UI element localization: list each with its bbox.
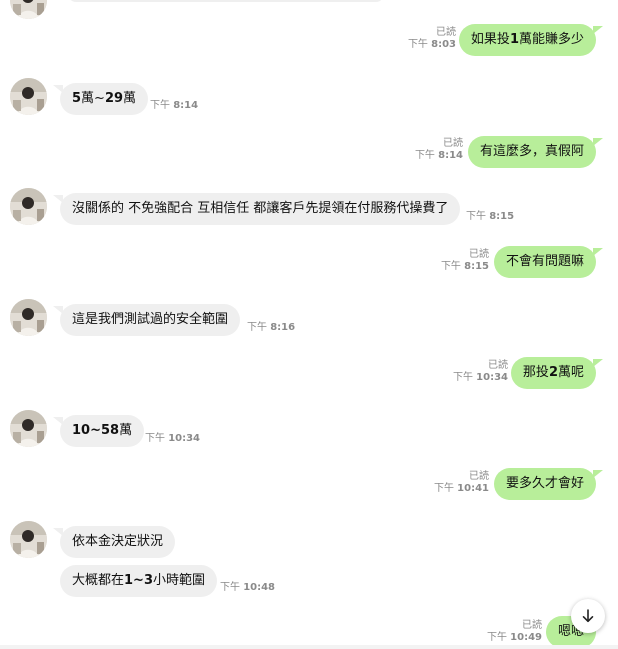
message-time: 8:03 <box>431 39 456 50</box>
time-prefix: 下午 <box>486 632 507 643</box>
message-time: 10:48 <box>243 582 276 593</box>
incoming-message-bubble[interactable]: 這是我們測試過的安全範圍 <box>52 304 241 336</box>
outgoing-message-bubble[interactable]: 如果投1萬能賺多少 <box>458 24 604 56</box>
message-meta: 已読 下午 8:03 <box>408 27 456 51</box>
avatar[interactable] <box>10 188 47 225</box>
message-time: 8:14 <box>438 150 463 161</box>
read-receipt: 已読 <box>488 360 508 371</box>
message-meta: 下午 8:14 <box>150 100 198 112</box>
read-receipt: 已読 <box>469 249 489 260</box>
message-text: 如果投1萬能賺多少 <box>470 32 584 47</box>
chat-window: 已読 下午 8:03 如果投1萬能賺多少 5萬~29萬 下午 8:14 已読 下… <box>0 0 618 649</box>
avatar-image <box>10 410 47 447</box>
message-meta: 已読 下午 10:41 <box>434 471 489 495</box>
avatar[interactable] <box>10 410 47 447</box>
message-text: 這是我們測試過的安全範圍 <box>72 312 229 327</box>
message-meta: 已読 下午 8:15 <box>441 249 489 273</box>
incoming-message-bubble[interactable]: 大概都在1~3小時範圍 <box>60 565 218 597</box>
message-time: 10:49 <box>510 632 542 643</box>
message-time: 8:15 <box>464 261 489 272</box>
outgoing-message-bubble[interactable]: 那投2萬呢 <box>510 357 604 389</box>
message-meta: 下午 8:16 <box>247 322 295 334</box>
read-receipt: 已読 <box>436 27 456 38</box>
time-prefix: 下午 <box>220 582 240 593</box>
message-meta: 下午 10:34 <box>145 433 200 445</box>
incoming-message-bubble[interactable]: 依本金決定狀況 <box>52 526 176 558</box>
message-text: 沒關係的 不免強配合 互相信任 都讓客戶先提領在付服務代操費了 <box>72 201 449 216</box>
avatar[interactable] <box>10 521 47 558</box>
avatar-image <box>10 521 47 558</box>
time-prefix: 下午 <box>466 211 486 222</box>
message-time: 8:15 <box>489 211 515 222</box>
message-text: 那投2萬呢 <box>522 365 584 380</box>
avatar[interactable] <box>10 78 47 115</box>
time-prefix: 下午 <box>247 322 267 333</box>
message-text: 要多久才會好 <box>505 476 584 491</box>
message-time: 10:34 <box>168 433 201 444</box>
outgoing-message-bubble[interactable]: 要多久才會好 <box>493 468 604 500</box>
time-prefix: 下午 <box>150 100 170 111</box>
time-prefix: 下午 <box>440 261 461 272</box>
message-time: 8:16 <box>270 322 296 333</box>
bottom-divider <box>0 645 618 649</box>
avatar-image <box>10 299 47 336</box>
time-prefix: 下午 <box>407 39 428 50</box>
avatar-image <box>10 188 47 225</box>
message-text: 依本金決定狀況 <box>72 534 164 549</box>
outgoing-message-bubble[interactable]: 不會有問題嘛 <box>493 246 604 278</box>
read-receipt: 已読 <box>522 620 542 631</box>
avatar[interactable] <box>10 299 47 336</box>
read-receipt: 已読 <box>469 471 489 482</box>
time-prefix: 下午 <box>452 372 473 383</box>
message-meta: 下午 8:15 <box>466 211 514 223</box>
outgoing-message-bubble[interactable]: 有這麼多，真假阿 <box>467 136 604 168</box>
read-receipt: 已読 <box>443 138 463 149</box>
message-meta: 已読 下午 10:34 <box>453 360 508 384</box>
time-prefix: 下午 <box>414 150 435 161</box>
message-meta: 已読 下午 8:14 <box>415 138 463 162</box>
avatar[interactable] <box>10 0 47 19</box>
message-text: 大概都在1~3小時範圍 <box>72 573 206 588</box>
message-text: 有這麼多，真假阿 <box>479 144 584 159</box>
time-prefix: 下午 <box>433 483 454 494</box>
message-time: 8:14 <box>173 100 199 111</box>
message-text: 5萬~29萬 <box>72 91 137 106</box>
time-prefix: 下午 <box>145 433 165 444</box>
scroll-to-bottom-button[interactable] <box>571 599 605 633</box>
message-time: 10:34 <box>476 372 508 383</box>
incoming-message-bubble[interactable]: 10~58萬 <box>52 415 145 447</box>
message-text: 10~58萬 <box>72 423 133 438</box>
arrow-down-icon <box>582 609 594 623</box>
avatar-image <box>10 78 47 115</box>
incoming-message-bubble[interactable]: 沒關係的 不免強配合 互相信任 都讓客戶先提領在付服務代操費了 <box>52 193 461 225</box>
message-text: 不會有問題嘛 <box>505 254 584 269</box>
message-time: 10:41 <box>457 483 489 494</box>
avatar-image <box>10 0 47 19</box>
clipped-previous-message <box>68 0 384 2</box>
message-meta: 下午 10:48 <box>220 582 275 594</box>
incoming-message-bubble[interactable]: 5萬~29萬 <box>52 83 149 115</box>
message-meta: 已読 下午 10:49 <box>487 620 542 644</box>
